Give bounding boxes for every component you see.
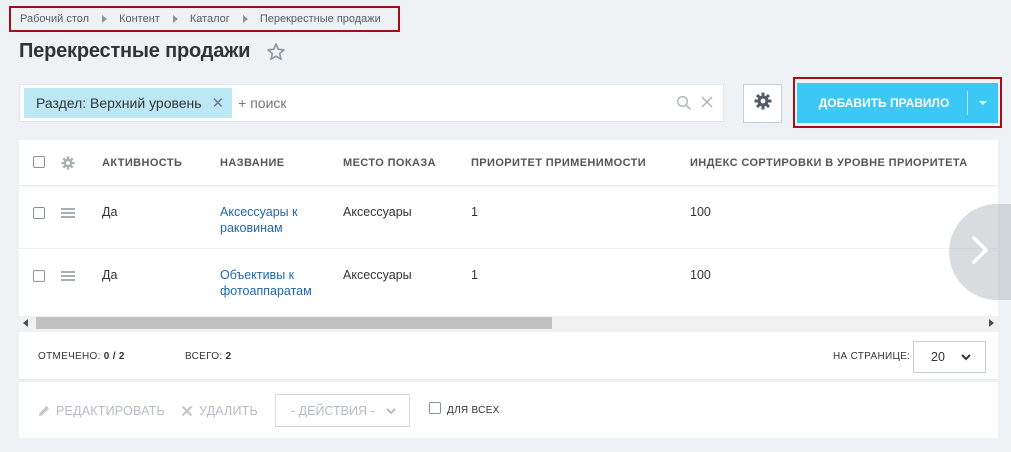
total-label: ВСЕГО: <box>185 351 223 362</box>
cell-priority: 1 <box>471 268 478 282</box>
per-page-select[interactable]: 20 <box>913 341 986 373</box>
per-page-label: НА СТРАНИЦЕ: <box>833 351 911 362</box>
breadcrumb-item-current[interactable]: Перекрестные продажи <box>260 13 381 25</box>
breadcrumb-item-catalog[interactable]: Каталог <box>190 13 230 25</box>
cell-place: Аксессуары <box>343 205 412 219</box>
select-all-checkbox[interactable] <box>33 156 45 168</box>
close-icon[interactable]: ✕ <box>212 96 225 111</box>
column-header-active[interactable]: АКТИВНОСТЬ <box>102 157 182 169</box>
cell-name-link[interactable]: Аксессуары к раковинам <box>220 205 298 236</box>
for-all-label: ДЛЯ ВСЕХ <box>447 404 500 416</box>
per-page-value: 20 <box>931 350 945 364</box>
cell-active: Да <box>102 205 118 219</box>
cell-name-line: Аксессуары к <box>220 205 298 219</box>
breadcrumb-separator <box>172 15 178 23</box>
actions-select[interactable]: - ДЕЙСТВИЯ - <box>275 394 410 427</box>
cell-name-line: раковинам <box>220 220 283 235</box>
grid-footer: ОТМЕЧЕНО: 0 / 2 ВСЕГО: 2 НА СТРАНИЦЕ: 20 <box>19 332 998 380</box>
search-icon[interactable] <box>676 95 692 111</box>
total-value: 2 <box>225 351 232 362</box>
data-grid: АКТИВНОСТЬ НАЗВАНИЕ МЕСТО ПОКАЗА ПРИОРИТ… <box>19 140 998 318</box>
cell-sort-index: 100 <box>690 268 711 282</box>
column-header-priority[interactable]: ПРИОРИТЕТ ПРИМЕНИМОСТИ <box>471 157 646 169</box>
selected-count: ОТМЕЧЕНО: 0 / 2 <box>38 351 125 362</box>
add-rule-highlight: ДОБАВИТЬ ПРАВИЛО <box>793 77 1002 128</box>
settings-button[interactable] <box>743 84 782 123</box>
chevron-down-icon[interactable] <box>968 100 998 106</box>
for-all-toggle[interactable]: ДЛЯ ВСЕХ <box>429 402 500 416</box>
selected-label: ОТМЕЧЕНО: <box>38 351 101 362</box>
cell-name-link[interactable]: Объективы к фотоаппаратам <box>220 268 312 299</box>
drag-handle-icon[interactable] <box>61 208 75 218</box>
cell-name-line: Объективы к <box>220 268 295 282</box>
close-icon[interactable] <box>700 95 714 111</box>
edit-label: РЕДАКТИРОВАТЬ <box>56 404 165 418</box>
row-checkbox[interactable] <box>33 207 45 219</box>
edit-button[interactable]: РЕДАКТИРОВАТЬ <box>37 404 165 418</box>
horizontal-scrollbar[interactable] <box>19 316 998 330</box>
gear-icon[interactable] <box>61 156 75 173</box>
star-icon[interactable] <box>266 42 286 62</box>
total-count: ВСЕГО: 2 <box>185 351 231 362</box>
breadcrumb-item-desktop[interactable]: Рабочий стол <box>20 13 89 25</box>
chevron-down-icon <box>960 351 972 366</box>
filter-search-bar[interactable]: Раздел: Верхний уровень ✕ <box>19 84 724 122</box>
filter-chip-label: Раздел: Верхний уровень <box>36 95 202 111</box>
filter-chip[interactable]: Раздел: Верхний уровень ✕ <box>24 88 233 118</box>
for-all-checkbox[interactable] <box>429 402 441 414</box>
scrollbar-thumb[interactable] <box>36 317 552 329</box>
cell-priority: 1 <box>471 205 478 219</box>
drag-handle-icon[interactable] <box>61 271 75 281</box>
chevron-right-icon <box>971 235 989 270</box>
add-rule-button[interactable]: ДОБАВИТЬ ПРАВИЛО <box>797 83 998 123</box>
breadcrumb-separator <box>242 15 248 23</box>
column-header-sort-index[interactable]: ИНДЕКС СОРТИРОВКИ В УРОВНЕ ПРИОРИТЕТА <box>690 157 968 169</box>
gear-icon <box>754 92 772 115</box>
pencil-icon <box>39 406 49 416</box>
selected-value: 0 / 2 <box>103 351 125 362</box>
delete-label: УДАЛИТЬ <box>199 404 258 418</box>
search-input[interactable] <box>238 95 639 111</box>
scroll-left-arrow[interactable] <box>23 319 28 327</box>
close-icon <box>181 405 193 417</box>
table-row[interactable]: Да Объективы к фотоаппаратам Аксессуары … <box>19 249 998 312</box>
table-row[interactable]: Да Аксессуары к раковинам Аксессуары 1 1… <box>19 186 998 249</box>
breadcrumb: Рабочий стол Контент Каталог Перекрестны… <box>9 6 400 32</box>
scroll-right-arrow[interactable] <box>989 319 994 327</box>
column-header-name[interactable]: НАЗВАНИЕ <box>220 157 285 169</box>
title-row: Перекрестные продажи <box>19 40 286 63</box>
actions-select-value: - ДЕЙСТВИЯ - <box>291 403 375 418</box>
row-checkbox[interactable] <box>33 270 45 282</box>
cell-name-line: фотоаппаратам <box>220 283 312 298</box>
column-header-place[interactable]: МЕСТО ПОКАЗА <box>343 157 436 169</box>
delete-button[interactable]: УДАЛИТЬ <box>181 404 258 418</box>
breadcrumb-item-content[interactable]: Контент <box>119 13 160 25</box>
group-actions-panel: РЕДАКТИРОВАТЬ УДАЛИТЬ - ДЕЙСТВИЯ - ДЛЯ В… <box>19 382 998 438</box>
chevron-down-icon <box>385 405 397 420</box>
breadcrumb-separator <box>102 15 108 23</box>
page-title: Перекрестные продажи <box>19 40 251 62</box>
cell-place: Аксессуары <box>343 268 412 282</box>
add-rule-label: ДОБАВИТЬ ПРАВИЛО <box>818 96 950 110</box>
cell-active: Да <box>102 268 118 282</box>
table-header: АКТИВНОСТЬ НАЗВАНИЕ МЕСТО ПОКАЗА ПРИОРИТ… <box>19 140 998 186</box>
cell-sort-index: 100 <box>690 205 711 219</box>
